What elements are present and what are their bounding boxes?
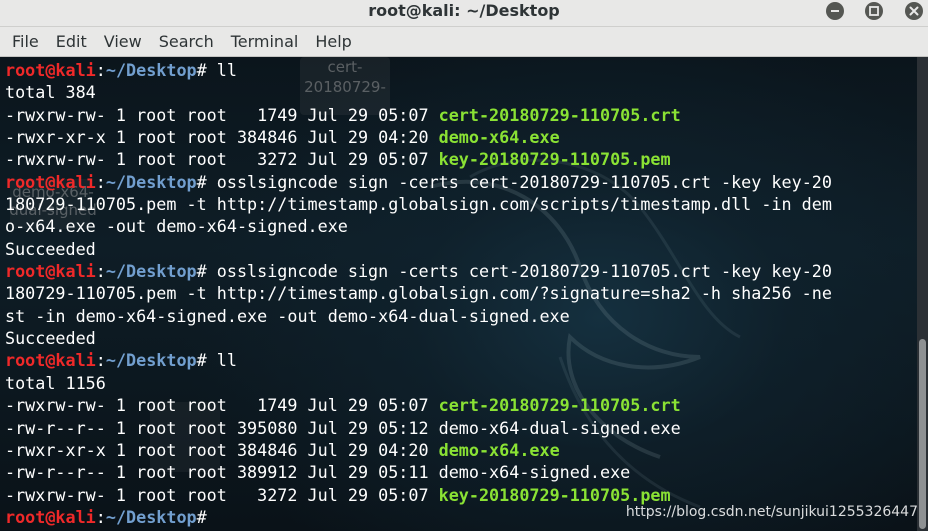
prompt-user: root@kali <box>5 506 96 527</box>
prompt-path: ~/Desktop <box>105 60 197 80</box>
prompt-symbol: # <box>196 60 217 80</box>
menu-terminal[interactable]: Terminal <box>223 28 308 56</box>
maximize-icon <box>869 6 879 16</box>
terminal-area[interactable]: cert- 20180729- demo-x64- dual-signed ro… <box>0 57 928 531</box>
output-line: 180729-110705.pem -t http://timestamp.gl… <box>5 193 832 215</box>
file-name: demo-x64-dual-signed.exe <box>438 417 681 438</box>
output-line: -rwxrw-rw- 1 root root 3272 Jul 29 05:07… <box>5 148 832 170</box>
prompt-symbol: # <box>196 350 217 371</box>
prompt-symbol: # <box>196 261 217 282</box>
file-meta: -rwxrw-rw- 1 root root 3272 Jul 29 05:07 <box>5 149 439 170</box>
output-line: -rwxr-xr-x 1 root root 384846 Jul 29 04:… <box>5 439 832 461</box>
prompt-separator: : <box>95 350 106 371</box>
prompt-separator: : <box>95 60 106 80</box>
file-name: demo-x64.exe <box>438 127 560 148</box>
menu-help[interactable]: Help <box>307 28 360 56</box>
command-text: osslsigncode sign -certs cert-20180729-1… <box>216 261 832 282</box>
terminal-window: root@kali: ~/Desktop File Edit View Sear… <box>0 0 928 531</box>
file-meta: -rwxr-xr-x 1 root root 384846 Jul 29 04:… <box>5 439 439 460</box>
output-text: Succeeded <box>5 328 96 349</box>
prompt-path: ~/Desktop <box>105 261 197 282</box>
file-name: demo-x64.exe <box>438 439 560 460</box>
file-name: key-20180729-110705.pem <box>438 149 671 170</box>
output-line: -rwxrw-rw- 1 root root 1749 Jul 29 05:07… <box>5 104 832 126</box>
output-line: st -in demo-x64-signed.exe -out demo-x64… <box>5 305 832 327</box>
title-bar[interactable]: root@kali: ~/Desktop <box>0 0 928 27</box>
prompt-separator: : <box>95 171 106 192</box>
file-meta: -rwxrw-rw- 1 root root 3272 Jul 29 05:07 <box>5 484 439 505</box>
file-name: cert-20180729-110705.crt <box>438 104 681 125</box>
prompt-separator: : <box>95 261 106 282</box>
menu-bar: File Edit View Search Terminal Help <box>0 27 928 57</box>
prompt-user: root@kali <box>5 261 96 282</box>
command-text: ll <box>216 60 237 80</box>
prompt-user: root@kali <box>5 350 96 371</box>
file-name: demo-x64-signed.exe <box>438 462 631 483</box>
window-title: root@kali: ~/Desktop <box>368 1 560 20</box>
prompt-separator: : <box>95 506 106 527</box>
output-line: Succeeded <box>5 238 832 260</box>
command-text: osslsigncode sign -certs cert-20180729-1… <box>216 171 832 192</box>
prompt-path: ~/Desktop <box>105 506 197 527</box>
menu-file[interactable]: File <box>4 28 48 56</box>
prompt-user: root@kali <box>5 171 96 192</box>
close-button[interactable] <box>905 2 923 20</box>
output-line: total 1156 <box>5 372 832 394</box>
minimize-button[interactable] <box>826 2 844 20</box>
file-meta: -rwxrw-rw- 1 root root 1749 Jul 29 05:07 <box>5 104 439 125</box>
prompt-user: root@kali <box>5 60 96 80</box>
watermark-text: https://blog.csdn.net/sunjikui1255326447 <box>625 504 918 520</box>
output-line: -rwxrw-rw- 1 root root 1749 Jul 29 05:07… <box>5 394 832 416</box>
file-name: key-20180729-110705.pem <box>438 484 671 505</box>
menu-edit[interactable]: Edit <box>48 28 96 56</box>
output-line: -rwxrw-rw- 1 root root 3272 Jul 29 05:07… <box>5 484 832 506</box>
output-text: o-x64.exe -out demo-x64-signed.exe <box>5 216 348 237</box>
output-line: Succeeded <box>5 327 832 349</box>
output-line: -rwxr-xr-x 1 root root 384846 Jul 29 04:… <box>5 126 832 148</box>
output-text: total 384 <box>5 82 96 103</box>
file-meta: -rwxr-xr-x 1 root root 384846 Jul 29 04:… <box>5 127 439 148</box>
scrollbar-thumb[interactable] <box>919 339 926 529</box>
prompt-line: root@kali:~/Desktop# osslsigncode sign -… <box>5 260 832 282</box>
output-line: -rw-r--r-- 1 root root 389912 Jul 29 05:… <box>5 461 832 483</box>
output-line: total 384 <box>5 81 832 103</box>
output-line: -rw-r--r-- 1 root root 395080 Jul 29 05:… <box>5 417 832 439</box>
file-meta: -rw-r--r-- 1 root root 389912 Jul 29 05:… <box>5 462 439 483</box>
output-text: Succeeded <box>5 238 96 259</box>
close-icon <box>909 6 919 16</box>
file-meta: -rw-r--r-- 1 root root 395080 Jul 29 05:… <box>5 417 439 438</box>
output-text: 180729-110705.pem -t http://timestamp.gl… <box>5 194 832 215</box>
file-meta: -rwxrw-rw- 1 root root 1749 Jul 29 05:07 <box>5 395 439 416</box>
prompt-path: ~/Desktop <box>105 171 197 192</box>
prompt-symbol: # <box>196 506 217 527</box>
menu-view[interactable]: View <box>96 28 151 56</box>
scrollbar[interactable] <box>917 57 928 531</box>
minimize-icon <box>831 10 839 12</box>
prompt-symbol: # <box>196 171 217 192</box>
output-line: o-x64.exe -out demo-x64-signed.exe <box>5 215 832 237</box>
file-name: cert-20180729-110705.crt <box>438 395 681 416</box>
output-text: total 1156 <box>5 372 106 393</box>
prompt-line: root@kali:~/Desktop# ll <box>5 59 832 81</box>
output-text: st -in demo-x64-signed.exe -out demo-x64… <box>5 305 570 326</box>
prompt-line: root@kali:~/Desktop# osslsigncode sign -… <box>5 171 832 193</box>
prompt-path: ~/Desktop <box>105 350 197 371</box>
maximize-button[interactable] <box>865 2 883 20</box>
terminal-output: root@kali:~/Desktop# ll total 384 -rwxrw-r… <box>5 59 832 528</box>
output-text: 180729-110705.pem -t http://timestamp.gl… <box>5 283 832 304</box>
output-line: 180729-110705.pem -t http://timestamp.gl… <box>5 282 832 304</box>
command-text: ll <box>216 350 237 371</box>
prompt-line: root@kali:~/Desktop# ll <box>5 349 832 371</box>
menu-search[interactable]: Search <box>151 28 223 56</box>
